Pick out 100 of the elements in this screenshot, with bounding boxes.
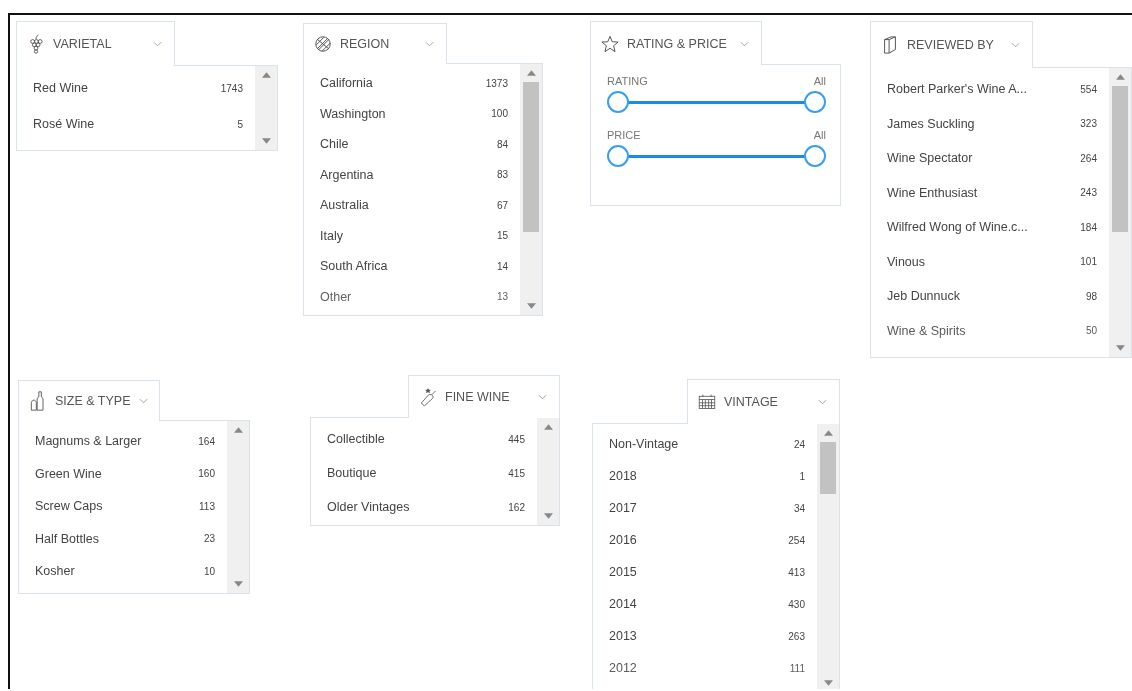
option-label[interactable]: Older Vintages [327,500,410,514]
scroll-down-icon[interactable] [1115,345,1125,351]
filter-tab[interactable]: VINTAGE [687,379,840,424]
scroll-up-icon[interactable] [526,70,536,76]
option-count: 264 [1080,152,1097,164]
option-label[interactable]: Other [320,289,352,304]
range-slider[interactable] [607,145,826,169]
option-label[interactable]: 2015 [609,565,637,579]
slider-handle[interactable] [804,145,826,167]
scroll-up-icon[interactable] [233,427,243,433]
scroll-up-icon[interactable] [1115,74,1125,80]
option-count: 1 [799,470,805,482]
scroll-up-icon[interactable] [543,424,553,430]
option-label[interactable]: 2017 [609,501,637,515]
option-label[interactable]: California [320,76,373,91]
option-label[interactable]: Collectible [327,432,385,446]
option-label[interactable]: South Africa [320,259,388,274]
option-label[interactable]: Boutique [327,466,377,480]
scrollbar[interactable] [1109,68,1131,357]
option-count: 413 [788,566,805,578]
option-count: 243 [1080,187,1097,199]
option-label[interactable]: Wine Enthusiast [887,185,978,200]
filter-tab[interactable]: RATING & PRICE [590,21,762,65]
slider-handle[interactable] [607,91,629,113]
option-count: 415 [508,467,525,479]
option-label[interactable]: Half Bottles [35,531,99,546]
filter-tab[interactable]: SIZE & TYPE [18,380,160,421]
scrollbar[interactable] [227,421,249,593]
option-count: 13 [496,291,508,303]
slider-handle[interactable] [804,91,826,113]
scrollbar[interactable] [255,66,277,150]
option-label[interactable]: Wine Spectator [887,151,973,166]
option-count: 5 [237,118,243,130]
scroll-down-icon[interactable] [543,513,553,519]
option-count: 323 [1080,118,1097,130]
option-label[interactable]: Argentina [320,167,374,182]
scroll-up-icon[interactable] [261,72,271,78]
option-label[interactable]: Green Wine [35,466,102,481]
option-count: 111 [789,662,805,674]
slider-label: RATING [607,75,648,87]
filter-tab[interactable]: REGION [303,23,447,64]
scroll-down-icon[interactable] [526,303,536,309]
star-icon [601,33,619,54]
option-label[interactable]: Robert Parker's Wine A... [887,82,1027,97]
scrollbar[interactable] [817,424,839,689]
option-label[interactable]: Non-Vintage [609,437,679,451]
filter-tab[interactable]: REVIEWED BY [870,21,1033,68]
filter-tab[interactable]: FINE WINE [408,375,560,418]
option-label[interactable]: James Suckling [887,116,975,131]
filter-tab[interactable]: VARIETAL [16,21,175,66]
slider-handle[interactable] [607,145,629,167]
option-label[interactable]: 2014 [609,597,637,611]
option-count: 98 [1085,290,1097,302]
scrollbar-thumb[interactable] [523,82,539,232]
option-label[interactable]: Vinous [887,254,925,269]
option-label[interactable]: 2013 [609,629,637,643]
option-label[interactable]: Washington [320,106,386,121]
option-count: 160 [198,468,215,480]
scroll-down-icon[interactable] [261,138,271,144]
scrollbar[interactable] [520,64,542,315]
scroll-down-icon[interactable] [233,581,243,587]
option-label[interactable]: Screw Caps [35,499,103,514]
scroll-down-icon[interactable] [823,680,833,686]
option-count: 83 [496,169,508,181]
scroll-up-icon[interactable] [823,430,833,436]
option-count: 113 [199,500,215,512]
scrollbar[interactable] [537,418,559,525]
option-count: 24 [793,438,805,450]
slider-value: All [813,129,826,141]
chevron-down-icon [153,41,162,47]
option-label[interactable]: Jeb Dunnuck [887,289,960,304]
bottles-icon [29,391,47,411]
scrollbar-thumb[interactable] [820,442,836,494]
option-count: 23 [203,533,215,545]
option-label[interactable]: Chile [320,137,349,152]
scrollbar-thumb[interactable] [1112,86,1128,232]
option-count: 445 [508,433,525,445]
option-label[interactable]: Rosé Wine [33,117,95,131]
option-label[interactable]: 2012 [609,661,637,675]
option-label[interactable]: Australia [320,198,369,213]
option-count: 164 [198,435,215,447]
chevron-down-icon [1011,42,1020,48]
option-label[interactable]: Kosher [35,564,75,579]
option-label[interactable]: 2016 [609,533,637,547]
option-count: 1373 [485,77,508,89]
option-label[interactable]: Red Wine [33,81,88,95]
grapes-icon [27,34,45,54]
option-count: 10 [203,565,215,577]
globe-icon [314,34,332,54]
calendar-icon [698,392,716,412]
option-label[interactable]: Wilfred Wong of Wine.c... [887,220,1028,235]
book-icon [881,35,899,55]
slider-label: PRICE [607,129,641,141]
option-label[interactable]: Italy [320,228,343,243]
option-label[interactable]: Wine & Spirits [887,323,966,338]
option-label[interactable]: 2018 [609,469,637,483]
option-count: 100 [491,108,508,120]
range-slider[interactable] [607,91,826,115]
option-count: 1743 [220,82,243,94]
option-label[interactable]: Magnums & Larger [35,434,142,449]
